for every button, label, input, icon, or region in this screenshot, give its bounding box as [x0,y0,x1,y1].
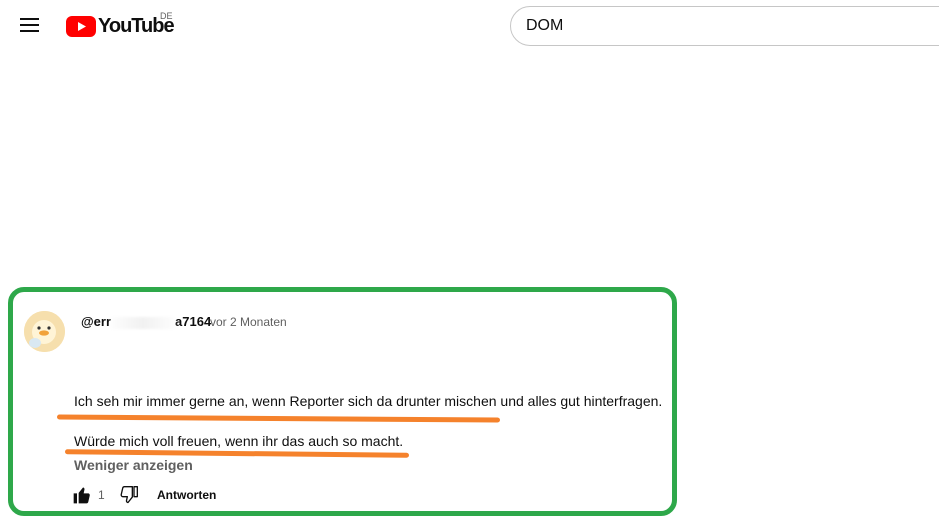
dislike-button[interactable] [119,485,139,505]
youtube-play-icon [66,15,96,37]
author-name-start: @err [81,314,112,329]
comment-author[interactable]: @err a7164 [81,314,211,329]
youtube-logo[interactable]: YouTube [66,14,175,38]
like-count: 1 [98,488,105,502]
search-box[interactable] [510,6,939,46]
duck-avatar-icon [24,311,65,352]
author-name-blurred [111,316,176,329]
search-input[interactable] [526,7,926,45]
thumbs-down-icon [120,486,138,504]
region-code: DE [160,11,173,21]
author-name-end: a7164 [175,314,212,329]
thumbs-up-icon [73,487,90,504]
comment-timestamp[interactable]: vor 2 Monaten [210,315,287,329]
avatar[interactable] [24,311,65,352]
comment-text-line-1: Ich seh mir immer gerne an, wenn Reporte… [74,393,663,409]
reply-button[interactable]: Antworten [157,488,216,502]
comment-text-line-2: Würde mich voll freuen, wenn ihr das auc… [74,433,404,449]
show-less-button[interactable]: Weniger anzeigen [74,457,193,473]
like-button[interactable] [72,485,92,505]
menu-icon[interactable] [20,17,40,33]
